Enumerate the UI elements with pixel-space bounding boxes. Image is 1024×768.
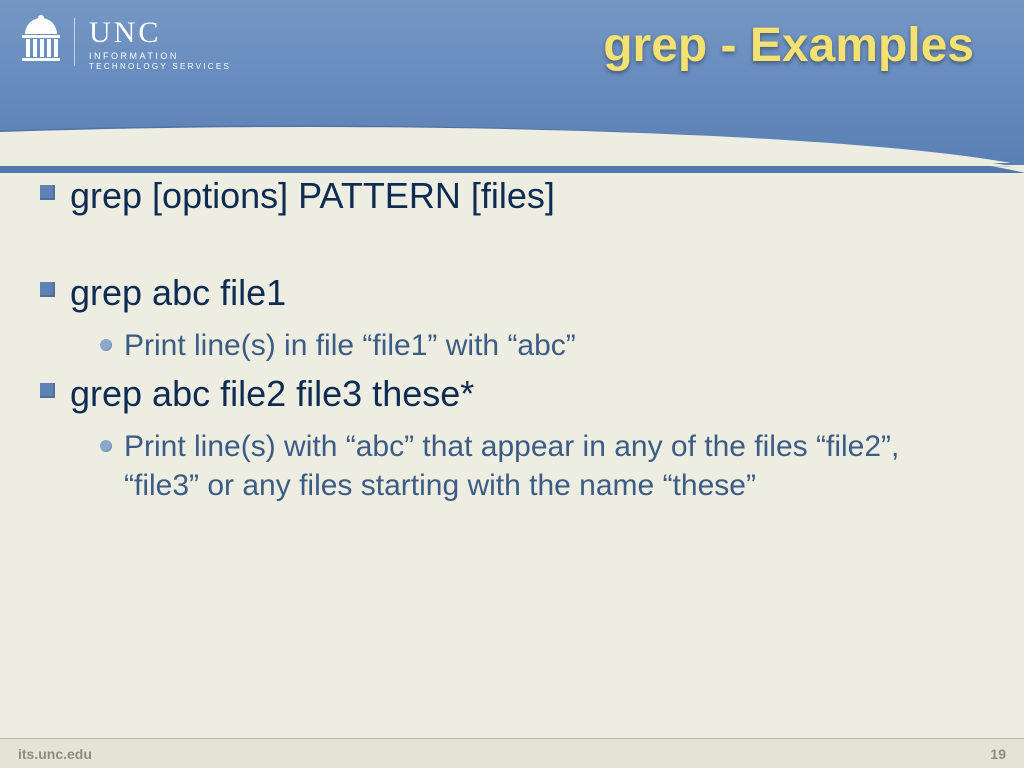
circle-bullet-icon [100,440,112,452]
org-line2: TECHNOLOGY SERVICES [89,62,231,71]
bullet-text: Print line(s) in file “file1” with “abc” [124,326,576,365]
org-text: UNC INFORMATION TECHNOLOGY SERVICES [89,18,231,71]
footer-url: its.unc.edu [18,746,92,762]
slide-footer: its.unc.edu 19 [0,738,1024,768]
bullet-text: Print line(s) with “abc” that appear in … [124,427,974,505]
circle-bullet-icon [100,339,112,351]
org-abbrev: UNC [89,18,231,48]
old-well-icon [22,18,60,62]
slide-body: grep [options] PATTERN [files] grep abc … [40,175,974,513]
sub-bullet-item: Print line(s) in file “file1” with “abc” [100,326,974,365]
bullet-text: grep [options] PATTERN [files] [70,175,555,217]
square-bullet-icon [40,282,55,297]
bullet-item: grep abc file1 [40,272,974,314]
bullet-text: grep abc file2 file3 these* [70,373,474,415]
page-number: 19 [990,746,1006,762]
bullet-item: grep abc file2 file3 these* [40,373,974,415]
bullet-item: grep [options] PATTERN [files] [40,175,974,217]
org-line1: INFORMATION [89,51,231,61]
slide-title: grep - Examples [603,18,974,73]
org-logo: UNC INFORMATION TECHNOLOGY SERVICES [22,18,231,71]
square-bullet-icon [40,185,55,200]
sub-bullet-item: Print line(s) with “abc” that appear in … [100,427,974,505]
bullet-text: grep abc file1 [70,272,286,314]
square-bullet-icon [40,383,55,398]
slide-header: UNC INFORMATION TECHNOLOGY SERVICES grep… [0,0,1024,165]
